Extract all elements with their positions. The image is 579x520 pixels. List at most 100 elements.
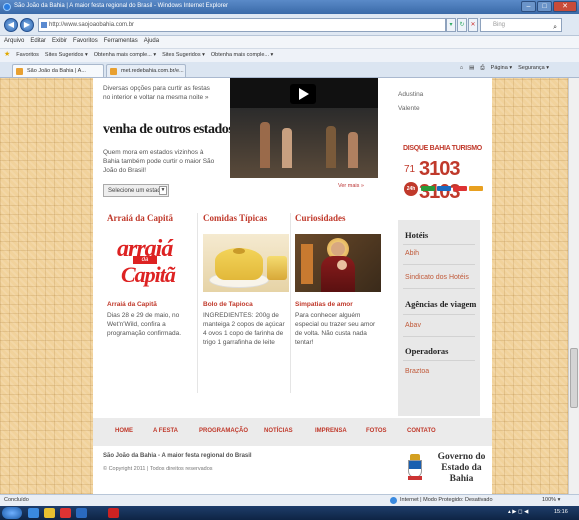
operator-logo [469, 186, 483, 191]
security-zone-text[interactable]: Internet | Modo Protegido: Desativado [400, 497, 493, 503]
baby-shape [337, 260, 347, 270]
gov-line2: Estado da Bahia [441, 463, 482, 484]
nav-noticias[interactable]: NOTÍCIAS [264, 428, 293, 434]
menu-exibir[interactable]: Exibir [52, 38, 67, 48]
saint-head-shape [331, 242, 345, 256]
app-taskbar-icon[interactable] [76, 508, 87, 518]
operator-logo [421, 186, 435, 191]
address-toolbar: ◀ ▶ http://www.saojoaobahia.com.br ▾ ↻ ✕… [0, 14, 579, 36]
tapioca-cake-image[interactable] [203, 234, 289, 292]
pdf-taskbar-icon[interactable] [108, 508, 119, 518]
url-input[interactable]: http://www.saojoaobahia.com.br [38, 18, 446, 32]
sponsor-valente[interactable]: Valente [398, 102, 423, 116]
nav-fotos[interactable]: FOTOS [366, 428, 387, 434]
column-title[interactable]: Curiosidades [295, 213, 381, 226]
sidebar-link-abih[interactable]: Abih [405, 250, 419, 257]
intro-text[interactable]: Diversas opções para curtir as festas no… [103, 84, 218, 102]
column-comidas: Comidas Típicas Bolo de Tapioca INGREDIE… [203, 213, 289, 347]
search-icon[interactable]: ⌕ [553, 24, 557, 32]
scroll-thumb[interactable] [570, 348, 578, 408]
menu-arquivo[interactable]: Arquivo [4, 38, 24, 48]
favorites-star-icon[interactable]: ★ [4, 51, 10, 62]
chevron-down-icon: ▼ [159, 186, 167, 195]
feeds-icon[interactable]: ▤ [469, 65, 474, 72]
nav-imprensa[interactable]: IMPRENSA [315, 428, 347, 434]
operator-logo [453, 186, 467, 191]
disque-prefix: 71 [404, 164, 416, 175]
sidebar-separator [403, 288, 475, 289]
footer-copyright: © Copyright 2011 | Todos direitos reserv… [103, 466, 213, 472]
column-title[interactable]: Comidas Típicas [203, 213, 289, 226]
column-text: Para conhecer alguém especial ou trazer … [295, 312, 376, 346]
ie-taskbar-icon[interactable] [28, 508, 39, 518]
url-text: http://www.saojoaobahia.com.br [49, 22, 135, 28]
menu-editar[interactable]: Editar [30, 38, 46, 48]
column-subtitle[interactable]: Arraiá da Capitã [107, 301, 193, 308]
dancer-figure [326, 126, 336, 168]
dancer-figure [348, 132, 358, 168]
stop-button[interactable]: ✕ [468, 18, 478, 32]
sidebar-link-sindicato[interactable]: Sindicato dos Hotéis [405, 274, 469, 281]
compat-view-button[interactable]: ▾ [446, 18, 456, 32]
menu-favoritos[interactable]: Favoritos [73, 38, 98, 48]
sidebar-link-abav[interactable]: Abav [405, 322, 421, 329]
tab-favicon-icon [16, 68, 23, 75]
close-button[interactable]: ✕ [553, 1, 577, 12]
footer-tagline: São João da Bahia - A maior festa region… [103, 453, 252, 459]
nav-contato[interactable]: CONTATO [407, 428, 436, 434]
play-icon[interactable] [290, 84, 316, 104]
content-area: Diversas opções para curtir as festas no… [93, 78, 492, 418]
sidebar-separator [403, 336, 475, 337]
search-input[interactable]: Bing ⌕ [480, 18, 562, 32]
status-text: Concluído [4, 497, 29, 503]
favorites-label[interactable]: Favoritos [16, 52, 39, 62]
column-title[interactable]: Arraiá da Capitã [107, 213, 193, 226]
status-bar: Concluído Internet | Modo Protegido: Des… [0, 494, 579, 506]
tab-label: met.redebahia.com.br/e... [121, 68, 184, 74]
tab-redebahia[interactable]: met.redebahia.com.br/e... [106, 64, 186, 77]
sponsor-adustina[interactable]: Adustina [398, 88, 423, 102]
fav-item-4[interactable]: Obtenha mais comple... ▾ [211, 52, 273, 62]
home-icon[interactable]: ⌂ [460, 65, 463, 72]
command-pagina[interactable]: Página ▾ [491, 65, 512, 72]
refresh-button[interactable]: ↻ [457, 18, 467, 32]
page-scrollbar[interactable] [568, 78, 579, 494]
forward-button[interactable]: ▶ [20, 18, 34, 32]
back-button[interactable]: ◀ [4, 18, 18, 32]
arraia-logo[interactable]: arraiá da Capitã [107, 234, 193, 292]
column-subtitle[interactable]: Simpatias de amor [295, 301, 381, 308]
column-subtitle[interactable]: Bolo de Tapioca [203, 301, 289, 308]
favorites-bar: ★ Favoritos Sites Sugeridos ▾ Obtenha ma… [0, 48, 579, 62]
fav-item-3[interactable]: Sites Sugeridos ▾ [162, 52, 205, 62]
system-tray[interactable]: ▴ ▶ ◻ ◀ [508, 509, 528, 515]
command-seguranca[interactable]: Segurança ▾ [518, 65, 549, 72]
zoom-level[interactable]: 100% ▾ [542, 497, 560, 503]
nav-a-festa[interactable]: A FESTA [153, 428, 178, 434]
print-icon[interactable]: ⎙ [480, 65, 484, 72]
menu-ajuda[interactable]: Ajuda [144, 38, 159, 48]
state-select[interactable]: Selecione um estado ▼ [103, 184, 169, 197]
start-button[interactable] [2, 507, 22, 519]
tab-saojoao[interactable]: São João da Bahia | A... [12, 64, 104, 77]
nav-home[interactable]: HOME [115, 428, 133, 434]
nav-programacao[interactable]: PROGRAMAÇÃO [199, 428, 248, 434]
media-taskbar-icon[interactable] [60, 508, 71, 518]
column-text: Dias 28 e 29 de maio, no Wet'n'Wild, con… [107, 312, 182, 337]
video-player[interactable] [230, 78, 378, 178]
operator-logo [437, 186, 451, 191]
column-divider [290, 213, 291, 393]
sidebar-link-braztoa[interactable]: Braztoa [405, 368, 429, 375]
maximize-button[interactable]: □ [537, 1, 552, 12]
bahia-coat-of-arms-icon[interactable] [405, 454, 425, 482]
site-footer: São João da Bahia - A maior festa region… [93, 446, 492, 494]
saint-image[interactable] [295, 234, 381, 292]
folder-taskbar-icon[interactable] [44, 508, 55, 518]
menu-ferramentas[interactable]: Ferramentas [104, 38, 138, 48]
fav-item-2[interactable]: Obtenha mais comple... ▾ [94, 52, 156, 62]
ver-mais-link[interactable]: Ver mais » [338, 183, 364, 189]
fav-item-1[interactable]: Sites Sugeridos ▾ [45, 52, 88, 62]
window-title: São João da Bahia | A maior festa region… [14, 3, 229, 9]
minimize-button[interactable]: – [521, 1, 536, 12]
search-placeholder: Bing [493, 22, 506, 28]
governo-logo-text[interactable]: Governo do Estado da Bahia [431, 452, 492, 485]
